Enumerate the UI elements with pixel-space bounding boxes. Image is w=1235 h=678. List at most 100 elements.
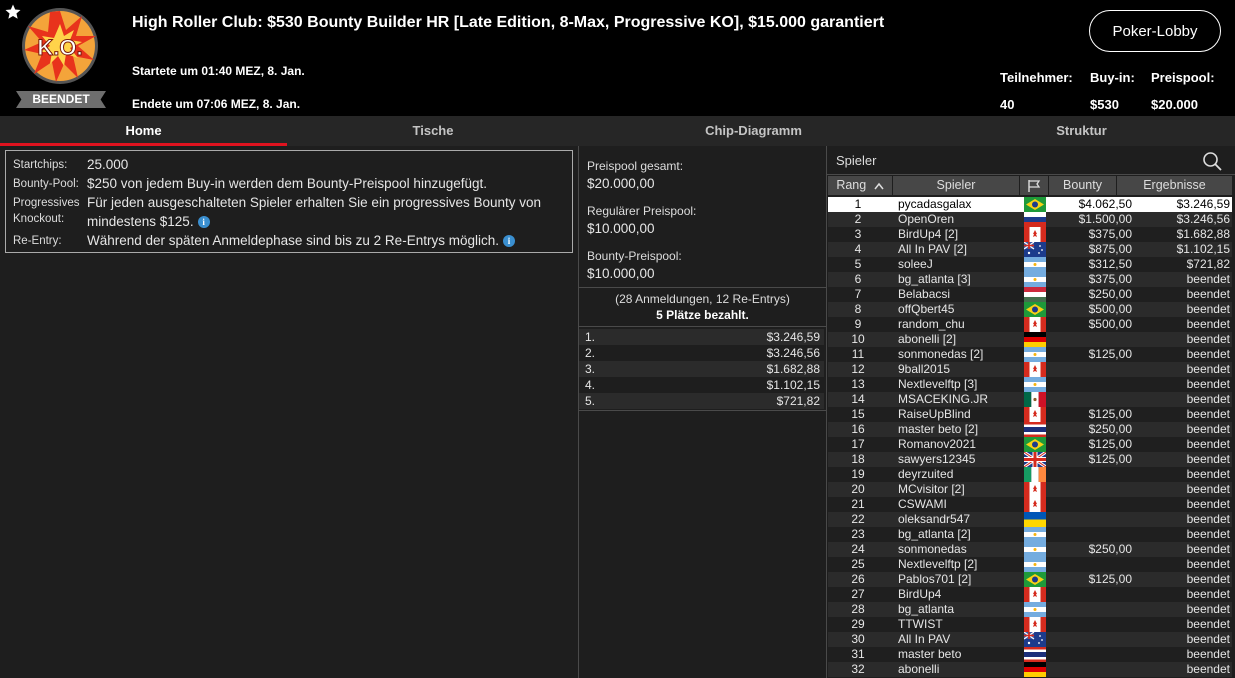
search-icon[interactable] (1202, 151, 1222, 171)
divider (579, 287, 826, 288)
payout-amount: $3.246,59 (766, 330, 820, 344)
tab-structure[interactable]: Struktur (928, 116, 1235, 146)
result-cell: beendet (1186, 377, 1230, 391)
rank-cell: 4 (854, 242, 862, 256)
startchips-label: Startchips: (13, 159, 68, 171)
country-flag-icon (1024, 527, 1046, 542)
rank-cell: 2 (854, 212, 862, 226)
player-name-cell: soleeJ (898, 257, 933, 271)
result-cell: $3.246,56 (1176, 212, 1230, 226)
result-cell: beendet (1186, 572, 1230, 586)
player-name-cell: abonelli [2] (898, 332, 957, 346)
table-row[interactable]: 25 Nextlevelftp [2] beendet (828, 557, 1232, 572)
table-row[interactable]: 26 Pablos701 [2] $125,00 beendet (828, 572, 1232, 587)
table-row[interactable]: 28 bg_atlanta beendet (828, 602, 1232, 617)
total-prizepool-label: Preispool gesamt: (587, 159, 684, 173)
table-row[interactable]: 31 master beto beendet (828, 647, 1232, 662)
table-row[interactable]: 17 Romanov2021 $125,00 beendet (828, 437, 1232, 452)
payout-position: 2. (585, 346, 596, 360)
country-flag-icon (1024, 467, 1046, 482)
result-cell: beendet (1186, 287, 1230, 301)
page-title: High Roller Club: $530 Bounty Builder HR… (132, 14, 885, 31)
bounty-cell: $125,00 (1088, 452, 1132, 466)
country-flag-icon (1024, 392, 1046, 407)
table-row[interactable]: 2 OpenOren $1.500,00 $3.246,56 (828, 212, 1232, 227)
player-name-cell: Belabacsi (898, 287, 951, 301)
table-row[interactable]: 10 abonelli [2] beendet (828, 332, 1232, 347)
tab-chip-chart[interactable]: Chip-Diagramm (579, 116, 928, 146)
rank-cell: 10 (851, 332, 865, 346)
table-row[interactable]: 7 Belabacsi $250,00 beendet (828, 287, 1232, 302)
rank-cell: 23 (851, 527, 865, 541)
rank-cell: 13 (851, 377, 865, 391)
bounty-cell: $375,00 (1088, 227, 1132, 241)
table-row[interactable]: 19 deyrzuited beendet (828, 467, 1232, 482)
table-row[interactable]: 21 CSWAMI beendet (828, 497, 1232, 512)
result-cell: beendet (1186, 407, 1230, 421)
column-header-player[interactable]: Spieler (893, 176, 1019, 195)
player-name-cell: 9ball2015 (898, 362, 951, 376)
bounty-cell: $250,00 (1088, 287, 1132, 301)
result-cell: $721,82 (1186, 257, 1230, 271)
table-row[interactable]: 16 master beto [2] $250,00 beendet (828, 422, 1232, 437)
sort-asc-icon[interactable] (874, 182, 884, 190)
bounty-cell: $312,50 (1088, 257, 1132, 271)
table-row[interactable]: 18 sawyers12345 $125,00 beendet (828, 452, 1232, 467)
result-cell: beendet (1186, 587, 1230, 601)
payout-amount: $1.682,88 (766, 362, 820, 376)
table-row[interactable]: 32 abonelli beendet (828, 662, 1232, 677)
player-name-cell: Nextlevelftp [3] (898, 377, 978, 391)
bountypool-value: $250 von jedem Buy-in werden dem Bounty-… (87, 176, 487, 191)
poker-lobby-button[interactable]: Poker-Lobby (1089, 10, 1221, 52)
payout-amount: $3.246,56 (766, 346, 820, 360)
table-row[interactable]: 13 Nextlevelftp [3] beendet (828, 377, 1232, 392)
info-icon[interactable]: i (502, 235, 515, 248)
player-name-cell: sonmonedas [2] (898, 347, 984, 361)
result-cell: beendet (1186, 662, 1230, 676)
payout-position: 5. (585, 394, 596, 408)
table-row[interactable]: 20 MCvisitor [2] beendet (828, 482, 1232, 497)
table-row[interactable]: 27 BirdUp4 beendet (828, 587, 1232, 602)
player-name-cell: Romanov2021 (898, 437, 977, 451)
rank-cell: 7 (854, 287, 862, 301)
pko-label-line2: Knockout: (13, 213, 65, 225)
column-header-results[interactable]: Ergebnisse (1117, 176, 1232, 195)
result-cell: beendet (1186, 362, 1230, 376)
player-name-cell: random_chu (898, 317, 965, 331)
bounty-cell: $4.062,50 (1078, 197, 1132, 211)
column-header-bounty[interactable]: Bounty (1049, 176, 1116, 195)
svg-text:K.O.: K.O. (37, 35, 82, 60)
bounty-cell: $125,00 (1088, 572, 1132, 586)
table-row[interactable]: 12 9ball2015 beendet (828, 362, 1232, 377)
table-row[interactable]: 30 All In PAV beendet (828, 632, 1232, 647)
table-row[interactable]: 3 BirdUp4 [2] $375,00 $1.682,88 (828, 227, 1232, 242)
player-name-cell: CSWAMI (898, 497, 947, 511)
table-row[interactable]: 4 All In PAV [2] $875,00 $1.102,15 (828, 242, 1232, 257)
player-name-cell: sawyers12345 (898, 452, 976, 466)
column-header-rank[interactable]: Rang (828, 176, 892, 195)
table-row[interactable]: 15 RaiseUpBlind $125,00 beendet (828, 407, 1232, 422)
table-row[interactable]: 23 bg_atlanta [2] beendet (828, 527, 1232, 542)
info-icon[interactable]: i (197, 216, 210, 229)
table-row[interactable]: 22 oleksandr547 beendet (828, 512, 1232, 527)
rank-cell: 25 (851, 557, 865, 571)
tab-tables[interactable]: Tische (287, 116, 579, 146)
table-row[interactable]: 11 sonmonedas [2] $125,00 beendet (828, 347, 1232, 362)
table-row[interactable]: 24 sonmonedas $250,00 beendet (828, 542, 1232, 557)
table-row[interactable]: 9 random_chu $500,00 beendet (828, 317, 1232, 332)
result-cell: beendet (1186, 497, 1230, 511)
table-row[interactable]: 8 offQbert45 $500,00 beendet (828, 302, 1232, 317)
tab-home[interactable]: Home (0, 116, 287, 146)
table-row[interactable]: 1 pycadasgalax $4.062,50 $3.246,59 (828, 197, 1232, 212)
divider (579, 326, 826, 327)
player-search-label[interactable]: Spieler (836, 153, 876, 168)
result-cell: beendet (1186, 557, 1230, 571)
result-cell: beendet (1186, 512, 1230, 526)
table-row[interactable]: 5 soleeJ $312,50 $721,82 (828, 257, 1232, 272)
table-row[interactable]: 29 TTWIST beendet (828, 617, 1232, 632)
table-row[interactable]: 6 bg_atlanta [3] $375,00 beendet (828, 272, 1232, 287)
reentry-value-text: Während der späten Anmeldephase sind bis… (87, 233, 499, 248)
player-name-cell: OpenOren (898, 212, 955, 226)
table-row[interactable]: 14 MSACEKING.JR beendet (828, 392, 1232, 407)
column-header-flag[interactable] (1020, 176, 1048, 195)
